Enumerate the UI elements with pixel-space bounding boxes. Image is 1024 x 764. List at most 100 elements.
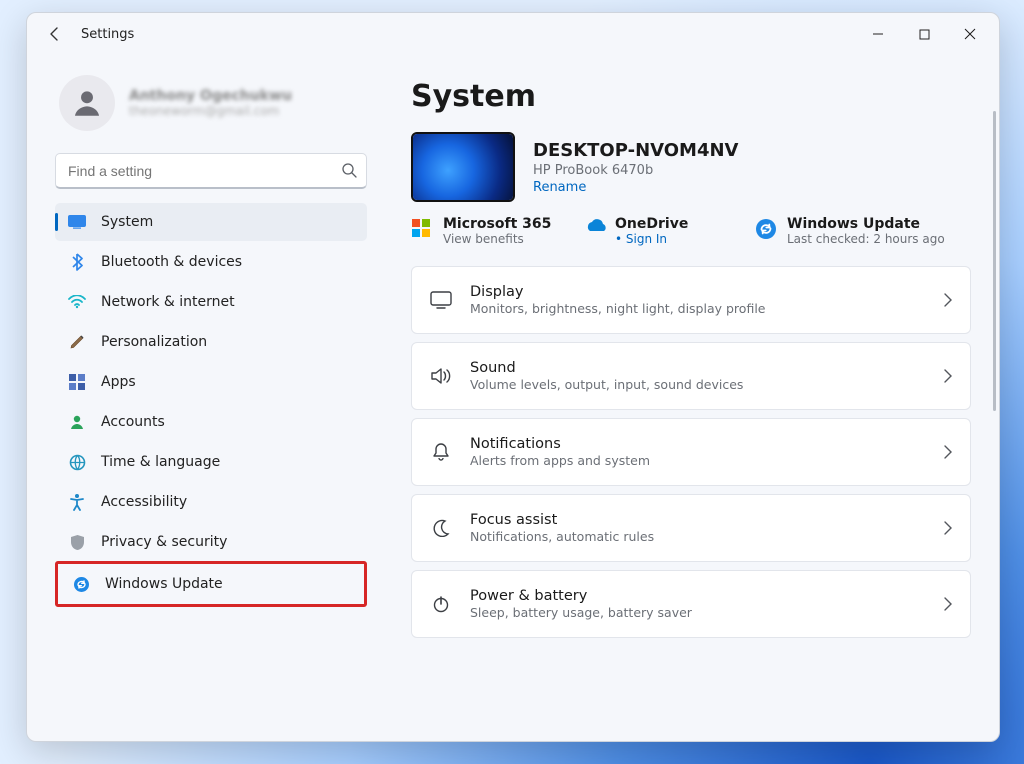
apps-icon [67, 372, 87, 392]
search-input[interactable] [55, 153, 367, 189]
profile-name: Anthony Ogechukwu [129, 88, 292, 104]
pc-info: DESKTOP-NVOM4NV HP ProBook 6470b Rename [533, 140, 739, 195]
person-icon [70, 86, 104, 120]
sidebar-item-windows-update[interactable]: Windows Update [59, 565, 363, 603]
card-focus-assist[interactable]: Focus assistNotifications, automatic rul… [411, 494, 971, 562]
pc-model: HP ProBook 6470b [533, 163, 739, 178]
settings-cards: DisplayMonitors, brightness, night light… [411, 266, 971, 638]
moon-icon [430, 517, 452, 539]
sidebar-item-network[interactable]: Network & internet [55, 283, 367, 321]
sidebar: Anthony Ogechukwu theoneworm@gmail.com S… [27, 55, 383, 741]
quick-windows-update[interactable]: Windows UpdateLast checked: 2 hours ago [755, 216, 945, 246]
card-sub: Monitors, brightness, night light, displ… [470, 301, 765, 316]
card-sub: Notifications, automatic rules [470, 529, 654, 544]
page-title: System [411, 79, 971, 114]
card-sound[interactable]: SoundVolume levels, output, input, sound… [411, 342, 971, 410]
card-title: Notifications [470, 436, 650, 452]
sidebar-item-label: Accessibility [101, 494, 187, 510]
sidebar-item-accounts[interactable]: Accounts [55, 403, 367, 441]
quick-sub[interactable]: Sign In [615, 232, 688, 246]
paintbrush-icon [67, 332, 87, 352]
minimize-icon [872, 28, 884, 40]
system-icon [67, 212, 87, 232]
sidebar-item-label: Windows Update [105, 576, 223, 592]
sidebar-item-label: Bluetooth & devices [101, 254, 242, 270]
sidebar-item-accessibility[interactable]: Accessibility [55, 483, 367, 521]
window-title: Settings [81, 27, 134, 42]
chevron-right-icon [944, 369, 952, 383]
quick-onedrive[interactable]: OneDriveSign In [583, 216, 733, 246]
maximize-button[interactable] [901, 18, 947, 50]
pc-card: DESKTOP-NVOM4NV HP ProBook 6470b Rename [411, 132, 971, 202]
chevron-right-icon [944, 445, 952, 459]
card-title: Power & battery [470, 588, 692, 604]
card-display[interactable]: DisplayMonitors, brightness, night light… [411, 266, 971, 334]
minimize-button[interactable] [855, 18, 901, 50]
bluetooth-icon [67, 252, 87, 272]
card-notifications[interactable]: NotificationsAlerts from apps and system [411, 418, 971, 486]
profile-email: theoneworm@gmail.com [129, 104, 292, 118]
bell-icon [430, 441, 452, 463]
card-sub: Sleep, battery usage, battery saver [470, 605, 692, 620]
microsoft-365-icon [411, 218, 433, 240]
onedrive-icon [583, 218, 605, 240]
windows-update-highlight: Windows Update [55, 561, 367, 607]
card-sub: Alerts from apps and system [470, 453, 650, 468]
update-icon [755, 218, 777, 240]
quick-title: Windows Update [787, 216, 945, 232]
sidebar-item-privacy[interactable]: Privacy & security [55, 523, 367, 561]
card-title: Sound [470, 360, 743, 376]
card-title: Focus assist [470, 512, 654, 528]
chevron-right-icon [944, 521, 952, 535]
quick-title: OneDrive [615, 216, 688, 232]
settings-window: Settings Anthony Ogechukwu theoneworm@gm… [26, 12, 1000, 742]
sidebar-item-label: Accounts [101, 414, 165, 430]
sidebar-item-label: Network & internet [101, 294, 235, 310]
sidebar-nav: System Bluetooth & devices Network & int… [55, 203, 367, 561]
quick-links: Microsoft 365View benefits OneDriveSign … [411, 216, 971, 246]
maximize-icon [919, 29, 930, 40]
sound-icon [430, 365, 452, 387]
chevron-right-icon [944, 597, 952, 611]
sidebar-item-time-language[interactable]: Time & language [55, 443, 367, 481]
sidebar-item-label: Time & language [101, 454, 220, 470]
sidebar-item-label: Apps [101, 374, 136, 390]
scrollbar-thumb[interactable] [993, 111, 996, 411]
accounts-icon [67, 412, 87, 432]
quick-title: Microsoft 365 [443, 216, 551, 232]
profile-block[interactable]: Anthony Ogechukwu theoneworm@gmail.com [55, 59, 373, 149]
window-controls [855, 18, 993, 50]
close-icon [964, 28, 976, 40]
avatar [59, 75, 115, 131]
arrow-left-icon [47, 26, 63, 42]
sidebar-item-personalization[interactable]: Personalization [55, 323, 367, 361]
rename-link[interactable]: Rename [533, 180, 739, 195]
windows-update-icon [71, 574, 91, 594]
globe-clock-icon [67, 452, 87, 472]
sidebar-item-bluetooth[interactable]: Bluetooth & devices [55, 243, 367, 281]
back-button[interactable] [41, 20, 69, 48]
card-power-battery[interactable]: Power & batterySleep, battery usage, bat… [411, 570, 971, 638]
card-sub: Volume levels, output, input, sound devi… [470, 377, 743, 392]
sidebar-item-label: System [101, 214, 153, 230]
search-box [55, 153, 367, 189]
pc-name: DESKTOP-NVOM4NV [533, 140, 739, 161]
accessibility-icon [67, 492, 87, 512]
pc-thumbnail [411, 132, 515, 202]
sidebar-item-system[interactable]: System [55, 203, 367, 241]
sidebar-item-label: Privacy & security [101, 534, 227, 550]
sidebar-item-apps[interactable]: Apps [55, 363, 367, 401]
main-panel: System DESKTOP-NVOM4NV HP ProBook 6470b … [383, 55, 999, 741]
wifi-icon [67, 292, 87, 312]
quick-m365[interactable]: Microsoft 365View benefits [411, 216, 561, 246]
power-icon [430, 593, 452, 615]
display-icon [430, 289, 452, 311]
profile-text: Anthony Ogechukwu theoneworm@gmail.com [129, 88, 292, 118]
quick-sub: Last checked: 2 hours ago [787, 232, 945, 246]
quick-sub: View benefits [443, 232, 551, 246]
titlebar: Settings [27, 13, 999, 55]
close-button[interactable] [947, 18, 993, 50]
shield-icon [67, 532, 87, 552]
search-icon [341, 162, 357, 178]
card-title: Display [470, 284, 765, 300]
